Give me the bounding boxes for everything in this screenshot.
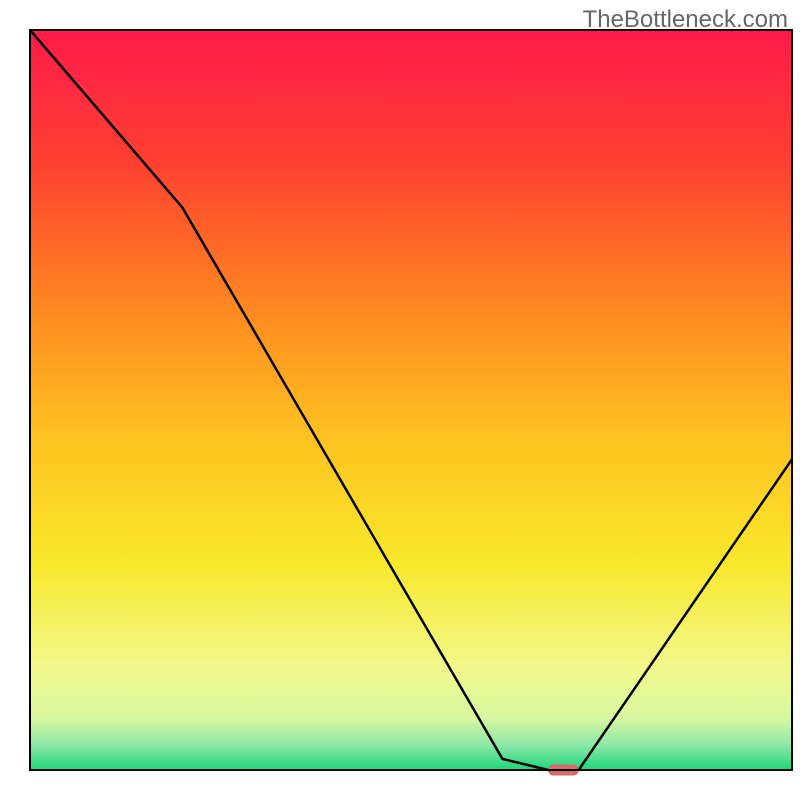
plot-background (30, 30, 792, 770)
watermark-text: TheBottleneck.com (583, 6, 788, 34)
chart-container: TheBottleneck.com (0, 0, 800, 800)
chart-svg (0, 0, 800, 800)
